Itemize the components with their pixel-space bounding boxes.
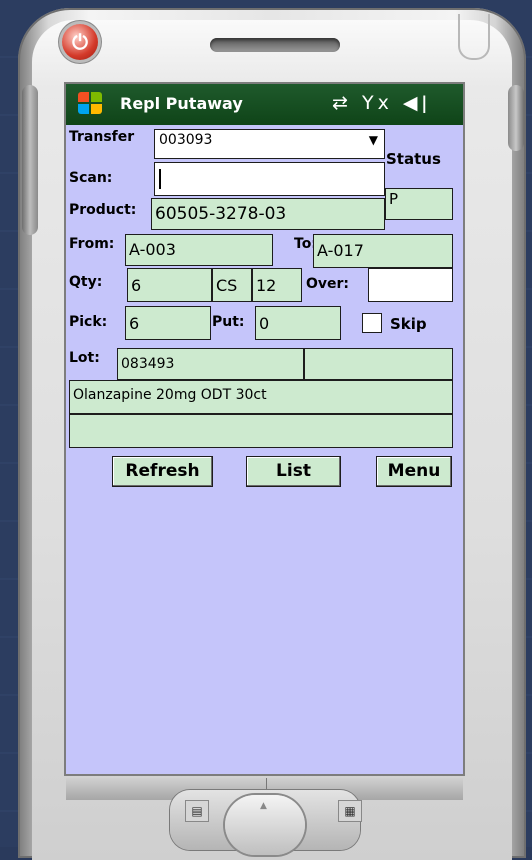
- to-field[interactable]: A-017: [313, 234, 453, 268]
- product-field[interactable]: 60505-3278-03: [151, 198, 385, 230]
- pick-label: Pick:: [69, 314, 108, 330]
- power-icon[interactable]: ⏻: [62, 24, 98, 60]
- device-screen: Repl Putaway ⇄ Yx ◀︎ǀ Transfer 003093 ▼ …: [66, 84, 463, 774]
- transfer-dropdown[interactable]: 003093 ▼: [154, 129, 385, 159]
- put-field[interactable]: 0: [255, 306, 341, 340]
- text-cursor: [159, 169, 161, 189]
- qty-label: Qty:: [69, 274, 103, 290]
- speaker-grille: [210, 38, 340, 52]
- product-label: Product:: [69, 202, 137, 218]
- uom-field[interactable]: CS: [212, 268, 252, 302]
- scan-label: Scan:: [69, 170, 113, 186]
- from-field[interactable]: A-003: [125, 234, 273, 266]
- status-label: Status: [386, 150, 441, 168]
- stylus-slot: [458, 14, 490, 60]
- from-label: From:: [69, 236, 115, 252]
- left-side-button[interactable]: [22, 85, 38, 235]
- contacts-hardware-key-icon[interactable]: ▦: [338, 800, 362, 822]
- transfer-label: Transfer: [69, 129, 135, 145]
- windows-start-icon[interactable]: [78, 92, 104, 116]
- refresh-button[interactable]: Refresh: [112, 456, 213, 487]
- qty-field[interactable]: 6: [127, 268, 212, 302]
- menu-button[interactable]: Menu: [376, 456, 452, 487]
- calendar-hardware-key-icon[interactable]: ▤: [185, 800, 209, 822]
- lot-label: Lot:: [69, 350, 100, 366]
- app-title: Repl Putaway: [120, 94, 243, 113]
- scan-input[interactable]: [154, 162, 385, 196]
- pack-size-field[interactable]: 12: [252, 268, 302, 302]
- pick-field[interactable]: 6: [125, 306, 211, 340]
- dpad-navigation[interactable]: ▲: [225, 795, 305, 855]
- description2-field: [69, 414, 453, 448]
- title-bar: Repl Putaway ⇄ Yx ◀︎ǀ: [66, 84, 463, 125]
- over-label: Over:: [306, 276, 350, 292]
- list-button[interactable]: List: [246, 456, 341, 487]
- dpad-up-icon: ▲: [260, 801, 267, 811]
- dropdown-arrow-icon: ▼: [368, 133, 378, 147]
- skip-checkbox[interactable]: [362, 313, 382, 333]
- transfer-value: 003093: [159, 132, 213, 148]
- right-side-button[interactable]: [508, 85, 524, 151]
- description-field: Olanzapine 20mg ODT 30ct: [69, 380, 453, 414]
- skip-label: Skip: [390, 315, 427, 333]
- lot-extra-field[interactable]: [304, 348, 453, 380]
- status-field[interactable]: P: [385, 188, 453, 220]
- connectivity-signal-volume-icons[interactable]: ⇄ Yx ◀︎ǀ: [332, 92, 431, 114]
- lot-field[interactable]: 083493: [117, 348, 304, 380]
- put-label: Put:: [212, 314, 245, 330]
- over-input[interactable]: [368, 268, 453, 302]
